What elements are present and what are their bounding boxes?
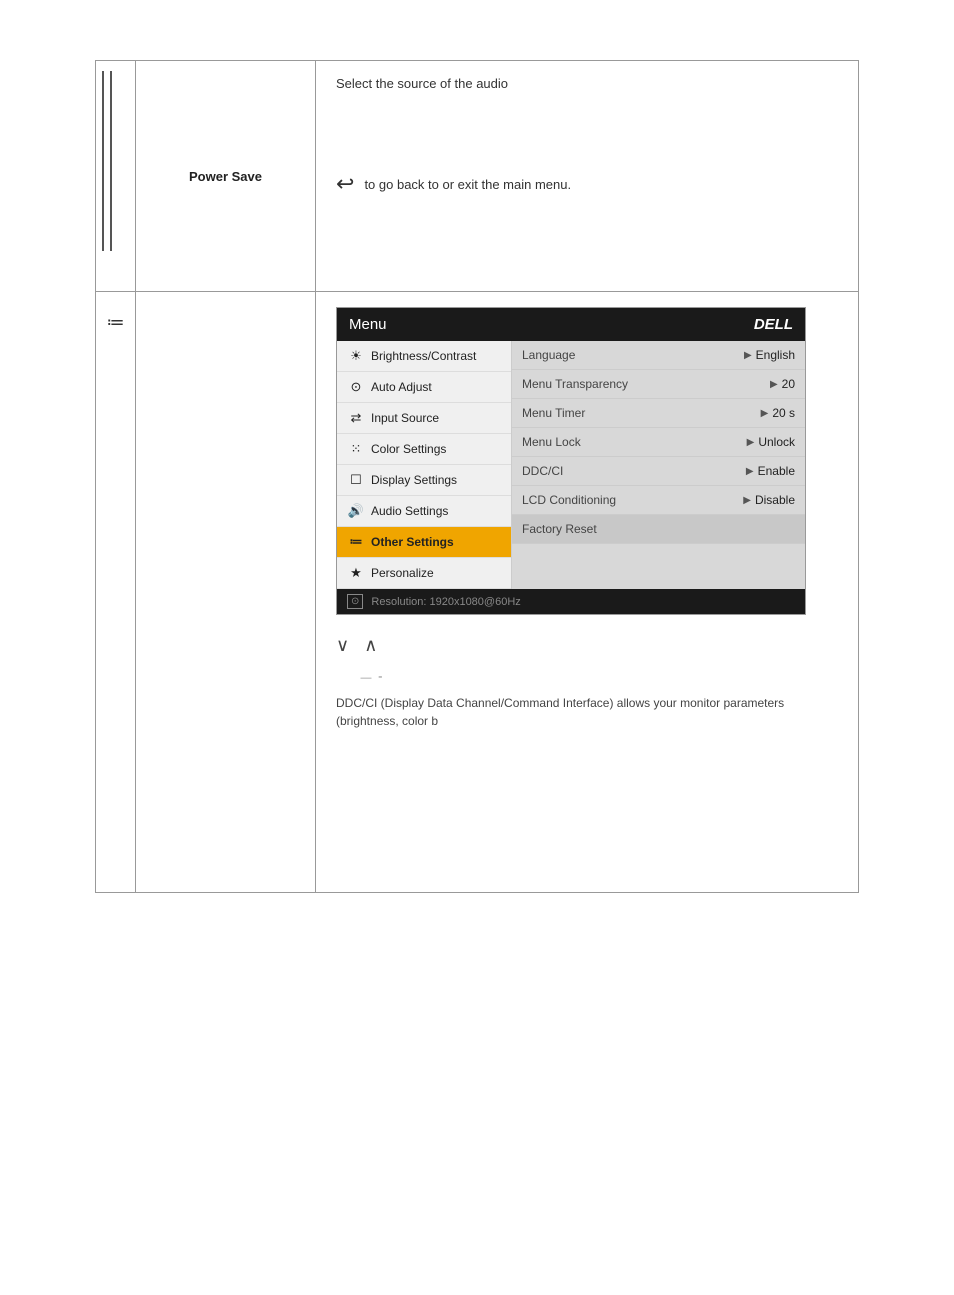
menu-item-color-settings[interactable]: ⁙ Color Settings [337,434,511,465]
right-label-menu-transparency: Menu Transparency [522,377,628,391]
bottom-icon-col: ≔ [96,292,136,892]
color-settings-label: Color Settings [371,442,446,456]
right-item-ddc-ci[interactable]: DDC/CI ▶ Enable [512,457,805,486]
right-label-menu-lock: Menu Lock [522,435,581,449]
top-label-col: Power Save [136,61,316,291]
arrow-icon-menu-transparency: ▶ [770,379,778,390]
nav-up-icon[interactable]: ∧ [364,635,377,656]
display-settings-icon: ☐ [347,472,365,488]
nav-down-icon[interactable]: ∨ [336,635,349,656]
menu-item-audio-settings[interactable]: 🔊 Audio Settings [337,496,511,527]
right-item-lcd-conditioning[interactable]: LCD Conditioning ▶ Disable [512,486,805,515]
vertical-lines [96,61,135,261]
menu-footer: ⊙ Resolution: 1920x1080@60Hz [337,589,805,614]
audio-settings-label: Audio Settings [371,504,448,518]
brightness-label: Brightness/Contrast [371,349,476,363]
bottom-content-col: Menu DELL ☀ Brightness/Contrast ⊙ Auto Adju… [316,292,858,892]
value-text-menu-lock: Unlock [758,435,795,449]
top-content-col: Select the source of the audio ↩ to go b… [316,61,858,291]
right-label-lcd-conditioning: LCD Conditioning [522,493,616,507]
value-text-lcd-conditioning: Disable [755,493,795,507]
menu-body: ☀ Brightness/Contrast ⊙ Auto Adjust ⇄ Input S… [337,341,805,589]
right-item-menu-timer[interactable]: Menu Timer ▶20 s [512,399,805,428]
audio-settings-icon: 🔊 [347,503,365,519]
input-source-label: Input Source [371,411,439,425]
right-item-menu-lock[interactable]: Menu Lock ▶Unlock [512,428,805,457]
nav-arrows: ∨ ∧ [336,635,838,656]
footer-logo-icon: ⊙ [347,594,363,609]
color-settings-icon: ⁙ [347,441,365,457]
right-value-menu-timer: ▶20 s [761,406,795,420]
vert-line-1 [102,71,104,251]
right-item-factory-reset[interactable]: Factory Reset [512,515,805,544]
arrow-icon-menu-lock: ▶ [747,437,755,448]
auto-adjust-label: Auto Adjust [371,380,432,394]
right-label-ddc-ci: DDC/CI [522,464,563,478]
right-value-lcd-conditioning: ▶ Disable [743,493,795,507]
top-icon-col [96,61,136,291]
right-value-menu-lock: ▶Unlock [747,435,795,449]
right-label-factory-reset: Factory Reset [522,522,597,536]
ddc-ci-description: DDC/CI (Display Data Channel/Command Int… [336,694,838,730]
vert-line-2 [110,71,112,251]
menu-item-personalize[interactable]: ★ Personalize [337,558,511,589]
menu-item-brightness[interactable]: ☀ Brightness/Contrast [337,341,511,372]
back-arrow-icon: ↩ [336,171,354,197]
brightness-icon: ☀ [347,348,365,364]
value-text-menu-timer: 20 s [772,406,795,420]
menu-title: Menu [349,316,387,333]
arrow-icon-lcd-conditioning: ▶ [743,495,751,506]
menu-right-panel: Language▶EnglishMenu Transparency▶20Menu… [512,341,805,589]
other-settings-icon: ≔ [107,312,125,333]
personalize-icon: ★ [347,565,365,581]
back-arrow-row: ↩ to go back to or exit the main menu. [336,171,838,197]
right-label-menu-timer: Menu Timer [522,406,585,420]
menu-item-other-settings[interactable]: ≔ Other Settings [337,527,511,558]
input-source-icon: ⇄ [347,410,365,426]
other-settings-label: Other Settings [371,535,454,549]
right-value-menu-transparency: ▶ 20 [770,377,795,391]
dell-menu: Menu DELL ☀ Brightness/Contrast ⊙ Auto Adju… [336,307,806,615]
display-settings-label: Display Settings [371,473,457,487]
menu-item-auto-adjust[interactable]: ⊙ Auto Adjust [337,372,511,403]
right-value-ddc-ci: ▶ Enable [746,464,795,478]
menu-left-panel: ☀ Brightness/Contrast ⊙ Auto Adjust ⇄ Input S… [337,341,512,589]
bottom-label-col [136,292,316,892]
right-item-menu-transparency[interactable]: Menu Transparency ▶ 20 [512,370,805,399]
other-settings-icon: ≔ [347,534,365,550]
top-section: Power Save Select the source of the audi… [95,60,859,291]
select-source-text: Select the source of the audio [336,76,838,91]
personalize-label: Personalize [371,566,434,580]
value-text-menu-transparency: 20 [782,377,795,391]
value-text-ddc-ci: Enable [758,464,795,478]
menu-header: Menu DELL [337,308,805,341]
right-label-language: Language [522,348,575,362]
resolution-text: Resolution: 1920x1080@60Hz [371,596,520,608]
back-text: to go back to or exit the main menu. [364,177,571,192]
auto-adjust-icon: ⊙ [347,379,365,395]
menu-brand: DELL [754,316,793,333]
arrow-icon-ddc-ci: ▶ [746,466,754,477]
value-text-language: English [756,348,795,362]
arrow-icon-language: ▶ [744,350,752,361]
small-lines: — ⁃ [336,671,838,684]
right-value-language: ▶ English [744,348,795,362]
power-save-label: Power Save [189,169,262,184]
arrow-icon-menu-timer: ▶ [761,408,769,419]
bottom-section: ≔ Menu DELL ☀ Brightness/Contrast ⊙ Auto Ad… [95,291,859,893]
page-wrapper: Power Save Select the source of the audi… [0,60,954,1295]
menu-item-input-source[interactable]: ⇄ Input Source [337,403,511,434]
menu-item-display-settings[interactable]: ☐ Display Settings [337,465,511,496]
right-item-language[interactable]: Language ▶ English [512,341,805,370]
